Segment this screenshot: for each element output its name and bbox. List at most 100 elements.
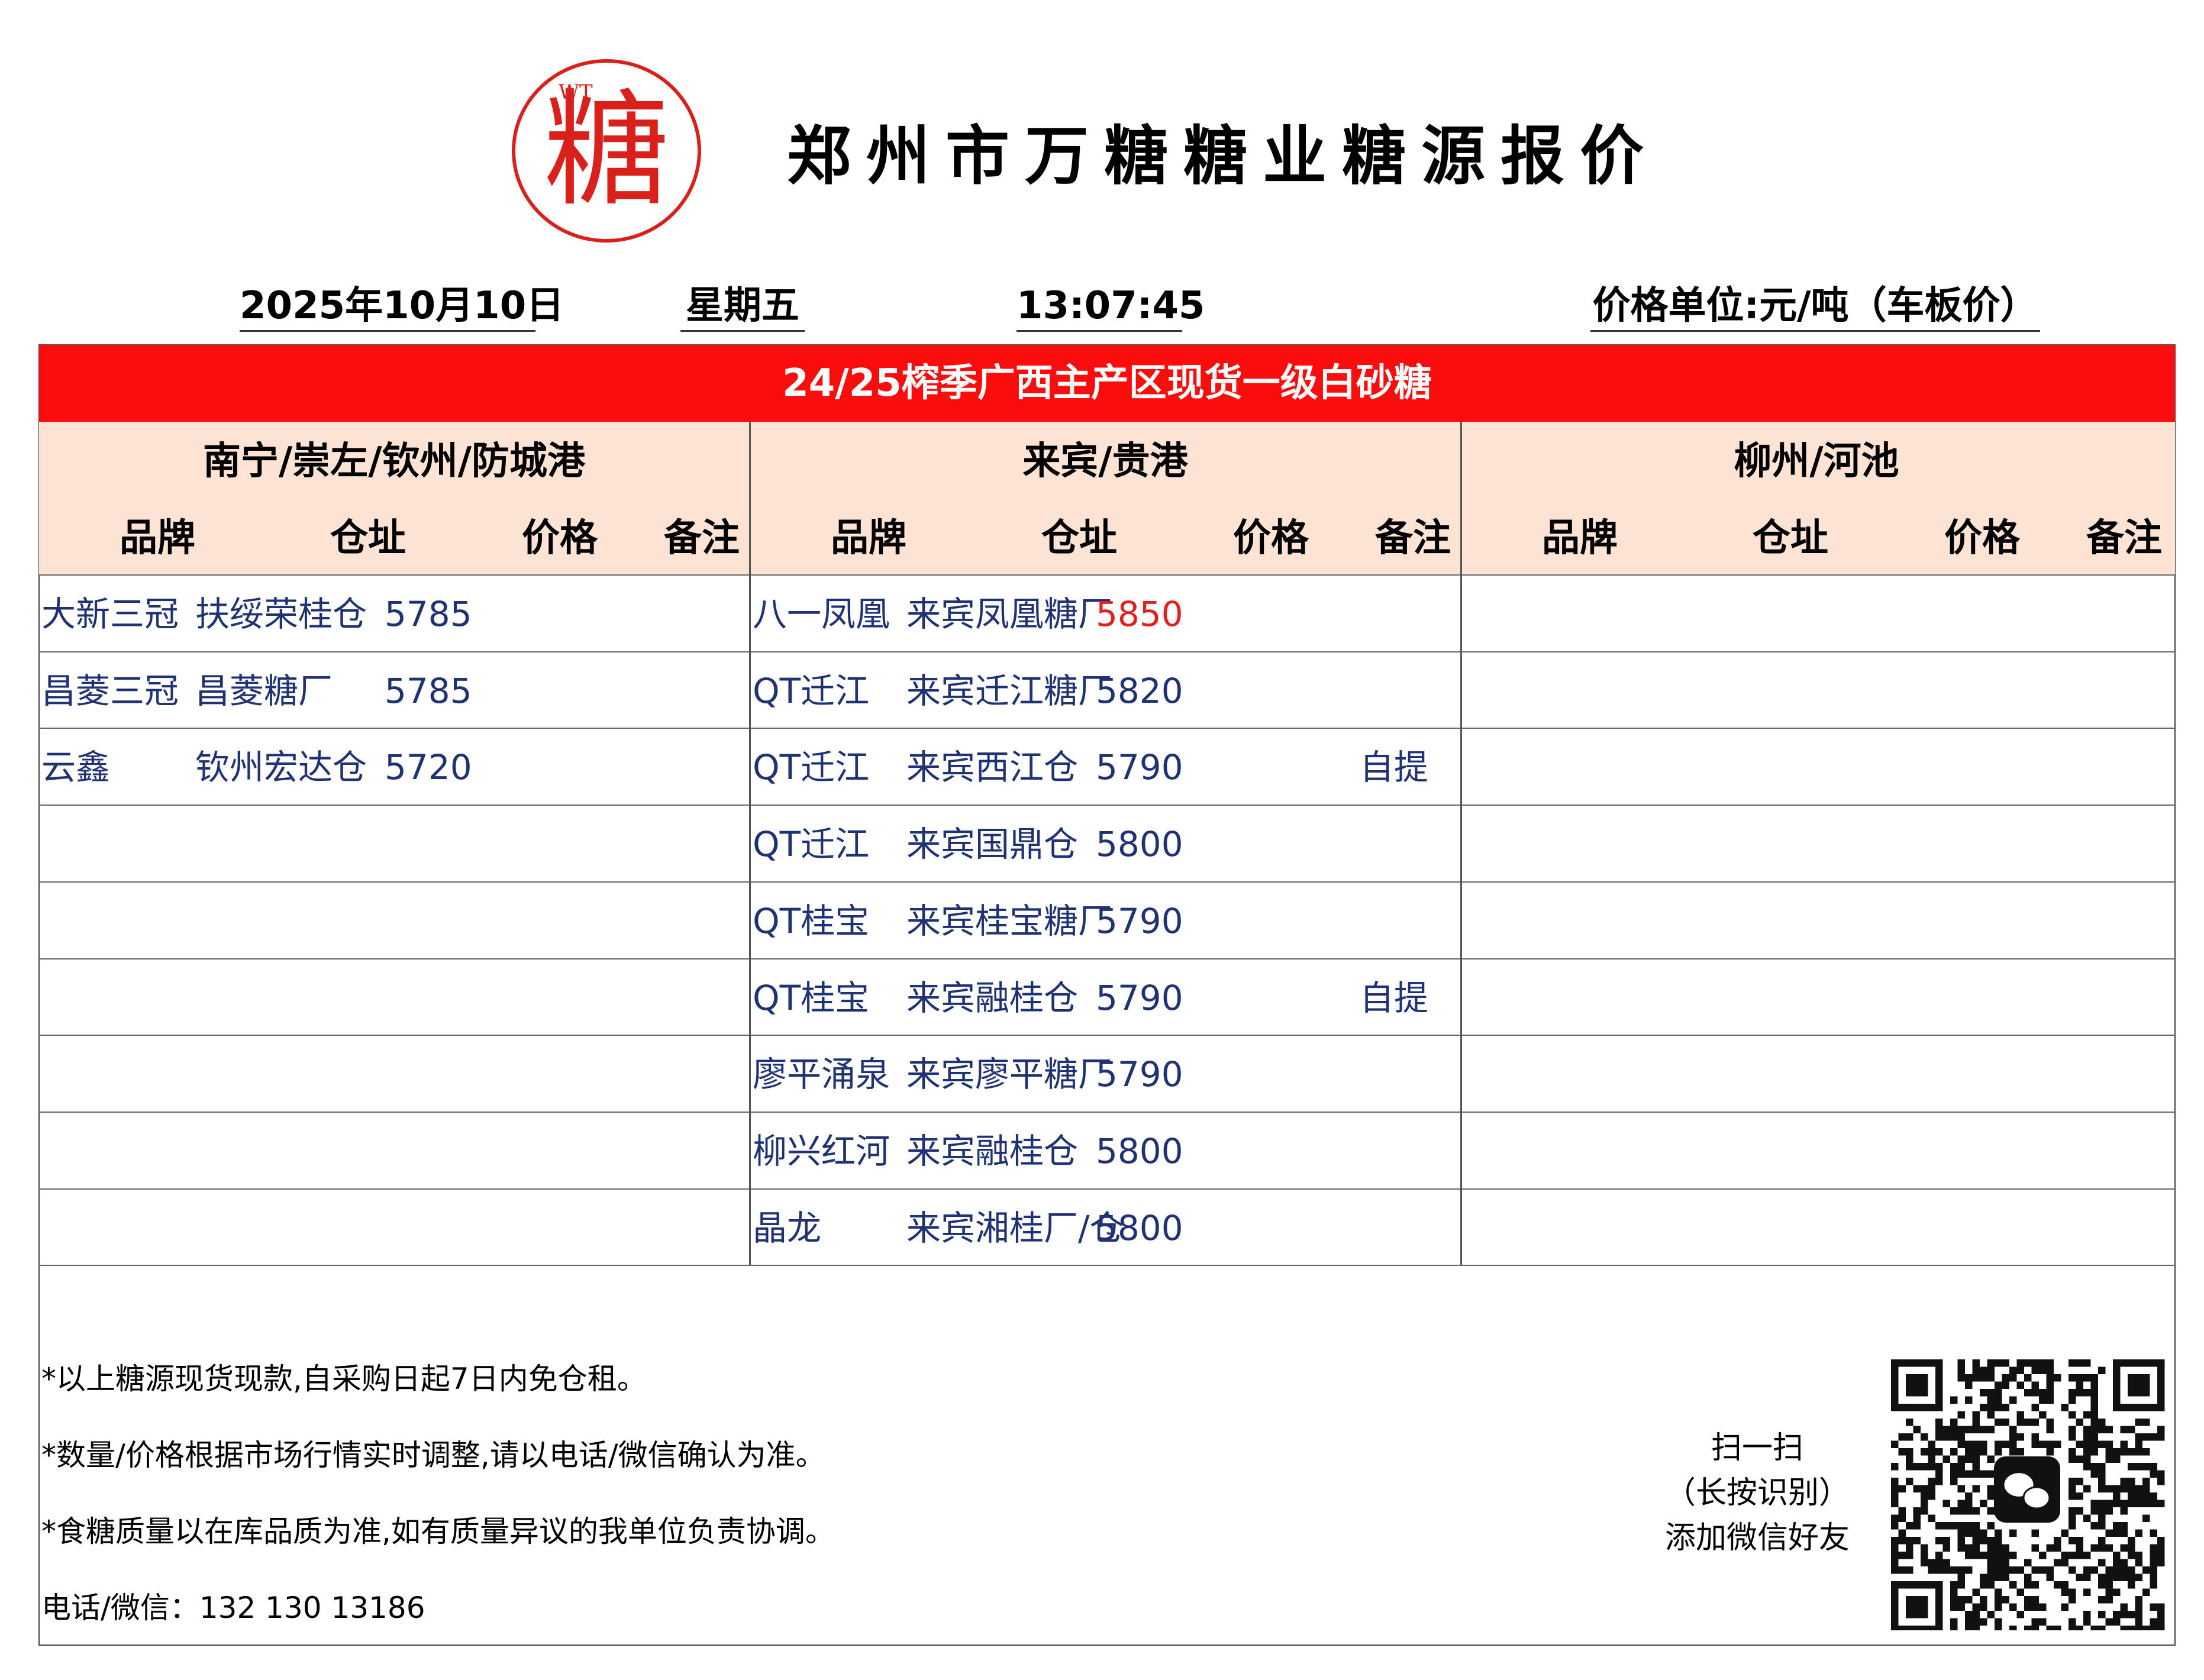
cell-location: 来宾廖平糖厂 (906, 1054, 1113, 1094)
qr-module (2142, 1463, 2150, 1471)
qr-module (1987, 1574, 1995, 1581)
qr-module (2135, 1448, 2142, 1456)
qr-module (2076, 1381, 2083, 1389)
qr-module (1987, 1611, 1995, 1618)
cell-price: 5785 (385, 594, 472, 634)
qr-module (1906, 1544, 1913, 1552)
qr-module (2098, 1440, 2106, 1448)
qr-module (1957, 1522, 1965, 1530)
qr-module (2128, 1574, 2135, 1581)
qr-module (1987, 1581, 1995, 1589)
qr-module (2150, 1433, 2157, 1441)
column-header: 仓址 (1041, 516, 1117, 560)
qr-module (1906, 1566, 1913, 1574)
qr-module (2128, 1611, 2135, 1618)
cell-price: 5820 (1096, 671, 1183, 711)
qr-module (2083, 1440, 2091, 1448)
weekday-label: 星期五 (680, 284, 805, 332)
qr-module (2105, 1485, 2113, 1492)
qr-module (2002, 1574, 2009, 1581)
qr-module (2009, 1426, 2017, 1433)
qr-module (1921, 1552, 1928, 1559)
qr-module (2150, 1470, 2157, 1478)
qr-module (1942, 1559, 1950, 1566)
qr-module (1913, 1522, 1921, 1530)
cell-price: 5790 (1096, 1054, 1183, 1094)
qr-module (2157, 1500, 2165, 1507)
date-label: 2025年10月10日 (240, 284, 564, 332)
wechat-qr-code[interactable] (1887, 1356, 2168, 1630)
qr-module (2120, 1478, 2128, 1485)
qr-module (2002, 1374, 2009, 1382)
column-header: 仓址 (330, 516, 406, 560)
qr-module (2090, 1566, 2098, 1574)
qr-module (2069, 1448, 2076, 1456)
qr-module (2009, 1552, 2017, 1559)
qr-module (1891, 1552, 1899, 1559)
qr-module (2090, 1411, 2098, 1419)
qr-module (2142, 1588, 2150, 1596)
qr-module (2135, 1492, 2142, 1500)
qr-module (1972, 1463, 1980, 1471)
qr-module (1980, 1596, 1987, 1604)
row-divider (39, 881, 2175, 883)
qr-module (1906, 1455, 1913, 1463)
column-header: 备注 (664, 516, 740, 560)
qr-module (2046, 1566, 2054, 1574)
qr-module (2046, 1448, 2054, 1456)
cell-price: 5790 (1096, 747, 1183, 787)
qr-module (1987, 1455, 1995, 1463)
qr-module (1965, 1611, 1973, 1618)
qr-module (2083, 1574, 2091, 1581)
qr-module (1913, 1514, 1921, 1522)
qr-module (2076, 1478, 2083, 1485)
qr-module (1898, 1485, 1906, 1492)
qr-module (1980, 1440, 1987, 1448)
qr-module (1980, 1426, 1987, 1433)
region-name-laibin: 来宾/贵港 (1022, 440, 1188, 483)
qr-module (2120, 1485, 2128, 1492)
qr-module (2039, 1440, 2047, 1448)
qr-module (2157, 1478, 2165, 1485)
qr-module (2083, 1485, 2091, 1492)
qr-module (1957, 1463, 1965, 1471)
qr-module (1957, 1500, 1965, 1507)
qr-module (2076, 1492, 2083, 1500)
qr-module (2046, 1419, 2054, 1426)
qr-module (2098, 1463, 2106, 1471)
qr-module (2061, 1581, 2069, 1589)
qr-module (2157, 1433, 2165, 1441)
cell-remark: 自提 (1360, 978, 1429, 1018)
qr-module (1928, 1492, 1935, 1500)
qr-module (1928, 1485, 1935, 1492)
qr-module (1913, 1485, 1921, 1492)
column-header: 品牌 (1542, 516, 1618, 560)
qr-module (1972, 1507, 1980, 1515)
column-header: 仓址 (1753, 516, 1828, 560)
qr-module (1965, 1522, 1973, 1530)
qr-module (2069, 1492, 2076, 1500)
qr-module (1935, 1522, 1943, 1530)
qr-module (1950, 1463, 1958, 1471)
qr-module (1950, 1603, 1958, 1611)
qr-module (1980, 1537, 1987, 1545)
qr-module (2016, 1359, 2024, 1367)
qr-module (1957, 1544, 1965, 1552)
qr-module (1950, 1426, 1958, 1433)
qr-module (1898, 1552, 1906, 1559)
qr-module (1921, 1448, 1928, 1456)
qr-module (1980, 1389, 1987, 1397)
cell-brand: 八一凤凰 (753, 594, 890, 634)
cell-location: 钦州宏达仓 (195, 747, 367, 787)
qr-module (2142, 1433, 2150, 1441)
qr-module (2024, 1626, 2032, 1630)
qr-module (2054, 1374, 2061, 1382)
qr-module (2061, 1588, 2069, 1596)
note-line-2: *数量/价格根据市场行情实时调整,请以电话/微信确认为准。 (41, 1438, 825, 1472)
qr-module (2031, 1366, 2039, 1374)
qr-module (2009, 1626, 2017, 1630)
cell-brand: QT桂宝 (753, 901, 870, 941)
qr-module (2031, 1603, 2039, 1611)
qr-module (1965, 1381, 1973, 1389)
qr-module (1972, 1552, 1980, 1559)
